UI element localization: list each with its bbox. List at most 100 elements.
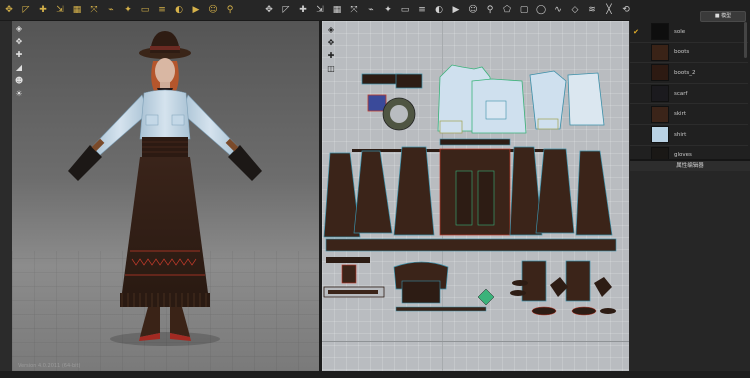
transform-icon[interactable]: ⤧ <box>87 3 101 17</box>
fabric-swatch[interactable] <box>651 126 669 144</box>
fabric-name: skirt <box>674 111 686 118</box>
pattern-piece <box>531 306 557 316</box>
puckering-icon[interactable]: ◇ <box>568 3 582 17</box>
pattern-piece <box>341 264 357 284</box>
shirt-pocket-right <box>171 114 185 126</box>
physics-icon[interactable]: ◐ <box>172 3 186 17</box>
pattern-piece <box>395 73 423 89</box>
fabric-swatch[interactable] <box>651 64 669 82</box>
avatar-3d-model[interactable] <box>12 21 319 371</box>
internal-line-icon[interactable]: ▶ <box>449 3 463 17</box>
pattern-piece <box>326 257 370 263</box>
pattern-piece <box>439 138 511 146</box>
rectangle-icon[interactable]: ◸ <box>279 3 293 17</box>
pattern-icon[interactable]: ▭ <box>138 3 152 17</box>
avatar-icon[interactable]: ☻ <box>14 76 24 86</box>
free-sewing-icon[interactable]: ▭ <box>398 3 412 17</box>
toolbar-mid-icons: ✥ ◸ ✚ ⇲ ▦ ⤧ ⌁ ✦ ▭ ≡ ◐ ▶ ☺ ⚲ ⬠ ▢ ◯ ∿ ◇ ≋ ╳ ⟲ <box>262 0 636 20</box>
tape-icon[interactable]: ▢ <box>517 3 531 17</box>
fabric-swatch[interactable] <box>651 85 669 103</box>
notch-icon[interactable]: ◐ <box>432 3 446 17</box>
pattern-piece <box>393 146 435 236</box>
pattern-piece <box>594 277 612 297</box>
fabric-list-scrollbar[interactable] <box>744 22 747 58</box>
fabric-tab[interactable]: ■ 模型 <box>700 11 746 22</box>
light-icon[interactable]: ☀ <box>14 89 24 99</box>
sewing-icon[interactable]: ✦ <box>381 3 395 17</box>
fabric-name: gloves <box>674 152 692 159</box>
3d-viewport[interactable]: Version 4.0.2011 (64-bit) <box>12 21 319 371</box>
grain-icon[interactable]: ☺ <box>466 3 480 17</box>
trace-icon[interactable]: ⚲ <box>483 3 497 17</box>
move-icon[interactable]: ✥ <box>14 37 24 47</box>
pin-icon[interactable]: ✚ <box>326 51 336 61</box>
pattern-piece <box>550 277 568 297</box>
pattern-piece <box>535 148 575 234</box>
seam-icon[interactable]: ⌁ <box>104 3 118 17</box>
fabric-item[interactable]: shirt <box>630 125 748 146</box>
hat-band <box>150 46 180 50</box>
texture-icon[interactable]: ≋ <box>585 3 599 17</box>
pattern-piece <box>477 288 495 306</box>
pattern-piece <box>571 306 597 316</box>
fabric-item[interactable]: boots_2 <box>630 63 748 84</box>
fabric-item[interactable]: skirt <box>630 104 748 125</box>
property-editor-panel[interactable] <box>630 171 750 371</box>
simulate-icon[interactable]: ▶ <box>189 3 203 17</box>
pin-icon[interactable]: ✚ <box>14 50 24 60</box>
pleat-icon[interactable]: ⤧ <box>347 3 361 17</box>
pattern-piece <box>512 280 528 286</box>
pattern-piece <box>328 290 378 294</box>
fabric-list[interactable]: ✔solebootsboots_2scarfskirtshirtglovesgl… <box>630 22 748 160</box>
select-icon[interactable]: ◈ <box>326 25 336 35</box>
fold-icon[interactable]: ⇲ <box>53 3 67 17</box>
curve-icon[interactable]: ⇲ <box>313 3 327 17</box>
circle-icon[interactable]: ✚ <box>296 3 310 17</box>
select-icon[interactable]: ◸ <box>19 3 33 17</box>
fabric-name: boots_2 <box>674 69 696 76</box>
fabric-name: boots <box>674 49 690 56</box>
measure-icon[interactable]: ◫ <box>326 64 336 74</box>
tack-icon[interactable]: ✦ <box>121 3 135 17</box>
layer-icon[interactable]: ≡ <box>155 3 169 17</box>
shirt-torso <box>139 89 191 140</box>
flip-icon[interactable]: ╳ <box>602 3 616 17</box>
fabric-item[interactable]: gloves <box>630 146 748 160</box>
move-icon[interactable]: ✥ <box>2 3 16 17</box>
fold-line-icon[interactable]: ≡ <box>415 3 429 17</box>
property-editor-title: 属性编辑器 <box>630 161 750 171</box>
button-icon[interactable]: ◯ <box>534 3 548 17</box>
pattern-pieces[interactable] <box>322 21 629 371</box>
avatar-icon[interactable]: ☺ <box>206 3 220 17</box>
select-icon[interactable]: ◈ <box>14 24 24 34</box>
dart-icon[interactable]: ▦ <box>330 3 344 17</box>
mesh-icon[interactable]: ▦ <box>70 3 84 17</box>
pattern-piece <box>395 306 487 312</box>
fabric-item[interactable]: boots <box>630 43 748 64</box>
segment-icon[interactable]: ⌁ <box>364 3 378 17</box>
fabric-item[interactable]: ✔ sole <box>630 22 748 43</box>
check-icon[interactable]: ✔ <box>630 28 642 36</box>
pin-icon[interactable]: ✚ <box>36 3 50 17</box>
move-icon[interactable]: ✥ <box>326 38 336 48</box>
pattern-piece <box>367 94 387 112</box>
right-boot <box>170 307 190 337</box>
zip-icon[interactable]: ∿ <box>551 3 565 17</box>
polygon-icon[interactable]: ✥ <box>262 3 276 17</box>
2d-pattern-viewport[interactable] <box>322 21 629 371</box>
version-status: Version 4.0.2011 (64-bit) <box>18 363 81 369</box>
pattern-piece <box>439 148 511 236</box>
pattern-piece <box>353 150 393 234</box>
pose-icon[interactable]: ⚲ <box>223 3 237 17</box>
fabric-swatch[interactable] <box>651 105 669 123</box>
skirt-fringe <box>120 293 210 307</box>
edit-icon[interactable]: ⬠ <box>500 3 514 17</box>
fabric-swatch[interactable] <box>651 43 669 61</box>
tape-icon[interactable]: ◢ <box>14 63 24 73</box>
pattern-piece-hole <box>390 105 408 123</box>
2d-viewport-toolbar: ◈ ✥ ✚ ◫ <box>326 25 336 74</box>
toolbar-left-icons: ✥ ◸ ✚ ⇲ ▦ ⤧ ⌁ ✦ ▭ ≡ ◐ ▶ ☺ ⚲ <box>2 0 240 20</box>
fabric-swatch[interactable] <box>651 23 669 41</box>
pattern-piece <box>510 290 526 296</box>
fabric-item[interactable]: scarf <box>630 84 748 105</box>
